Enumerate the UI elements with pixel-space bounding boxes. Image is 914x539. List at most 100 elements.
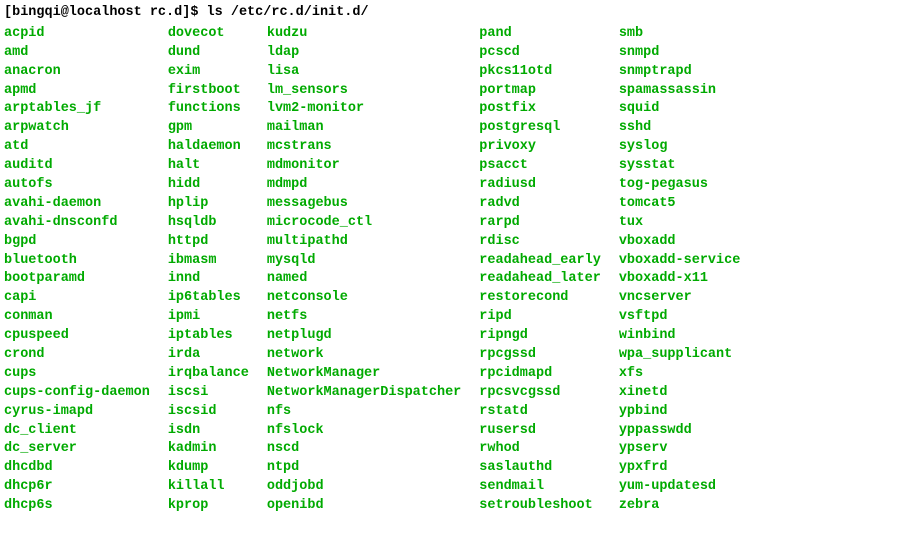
file-entry: pand [479,25,601,44]
file-entry: ntpd [267,459,461,478]
file-entry: dund [168,44,249,63]
ls-output: acpidamdanacronapmdarptables_jfarpwatcha… [4,25,910,516]
file-entry: bluetooth [4,252,150,271]
file-entry: hplip [168,195,249,214]
file-entry: capi [4,289,150,308]
file-entry: vncserver [619,289,741,308]
file-entry: psacct [479,157,601,176]
file-entry: ypbind [619,403,741,422]
file-entry: dhcdbd [4,459,150,478]
file-entry: isdn [168,422,249,441]
file-entry: avahi-dnsconfd [4,214,150,233]
file-entry: amd [4,44,150,63]
file-entry: rpcidmapd [479,365,601,384]
file-entry: nscd [267,440,461,459]
file-entry: rstatd [479,403,601,422]
file-entry: ypserv [619,440,741,459]
file-entry: exim [168,63,249,82]
file-entry: apmd [4,82,150,101]
file-entry: autofs [4,176,150,195]
file-entry: kdump [168,459,249,478]
file-entry: ypxfrd [619,459,741,478]
file-entry: mcstrans [267,138,461,157]
file-entry: wpa_supplicant [619,346,741,365]
file-entry: cups [4,365,150,384]
file-entry: radvd [479,195,601,214]
file-entry: auditd [4,157,150,176]
ls-column: smbsnmpdsnmptrapdspamassassinsquidsshdsy… [619,25,741,516]
file-entry: rpcgssd [479,346,601,365]
file-entry: rusersd [479,422,601,441]
file-entry: conman [4,308,150,327]
file-entry: irda [168,346,249,365]
file-entry: snmpd [619,44,741,63]
file-entry: smb [619,25,741,44]
file-entry: saslauthd [479,459,601,478]
file-entry: rdisc [479,233,601,252]
file-entry: cyrus-imapd [4,403,150,422]
file-entry: NetworkManager [267,365,461,384]
file-entry: iscsid [168,403,249,422]
file-entry: killall [168,478,249,497]
ls-column: kudzuldaplisalm_sensorslvm2-monitormailm… [267,25,461,516]
file-entry: httpd [168,233,249,252]
file-entry: portmap [479,82,601,101]
file-entry: kprop [168,497,249,516]
file-entry: NetworkManagerDispatcher [267,384,461,403]
file-entry: spamassassin [619,82,741,101]
file-entry: network [267,346,461,365]
file-entry: lvm2-monitor [267,100,461,119]
file-entry: yum-updatesd [619,478,741,497]
file-entry: tomcat5 [619,195,741,214]
file-entry: atd [4,138,150,157]
file-entry: dhcp6s [4,497,150,516]
file-entry: haldaemon [168,138,249,157]
file-entry: netplugd [267,327,461,346]
file-entry: bootparamd [4,270,150,289]
file-entry: privoxy [479,138,601,157]
file-entry: arpwatch [4,119,150,138]
file-entry: cpuspeed [4,327,150,346]
file-entry: dovecot [168,25,249,44]
file-entry: mailman [267,119,461,138]
prompt-text: [bingqi@localhost rc.d]$ ls /etc/rc.d/in… [4,5,369,20]
file-entry: kudzu [267,25,461,44]
file-entry: functions [168,100,249,119]
file-entry: multipathd [267,233,461,252]
file-entry: xinetd [619,384,741,403]
file-entry: syslog [619,138,741,157]
file-entry: rarpd [479,214,601,233]
file-entry: tux [619,214,741,233]
file-entry: kadmin [168,440,249,459]
file-entry: zebra [619,497,741,516]
file-entry: postfix [479,100,601,119]
file-entry: postgresql [479,119,601,138]
file-entry: arptables_jf [4,100,150,119]
file-entry: bgpd [4,233,150,252]
file-entry: ripd [479,308,601,327]
ls-column: pandpcscdpkcs11otdportmappostfixpostgres… [479,25,601,516]
file-entry: mdmonitor [267,157,461,176]
file-entry: halt [168,157,249,176]
file-entry: ip6tables [168,289,249,308]
file-entry: firstboot [168,82,249,101]
file-entry: dhcp6r [4,478,150,497]
file-entry: rwhod [479,440,601,459]
file-entry: squid [619,100,741,119]
file-entry: ibmasm [168,252,249,271]
file-entry: dc_server [4,440,150,459]
file-entry: oddjobd [267,478,461,497]
shell-prompt-line: [bingqi@localhost rc.d]$ ls /etc/rc.d/in… [4,4,910,23]
file-entry: sysstat [619,157,741,176]
file-entry: avahi-daemon [4,195,150,214]
file-entry: sendmail [479,478,601,497]
file-entry: pcscd [479,44,601,63]
file-entry: tog-pegasus [619,176,741,195]
file-entry: lm_sensors [267,82,461,101]
file-entry: iscsi [168,384,249,403]
file-entry: acpid [4,25,150,44]
file-entry: restorecond [479,289,601,308]
file-entry: vboxadd-x11 [619,270,741,289]
file-entry: vsftpd [619,308,741,327]
file-entry: ripngd [479,327,601,346]
